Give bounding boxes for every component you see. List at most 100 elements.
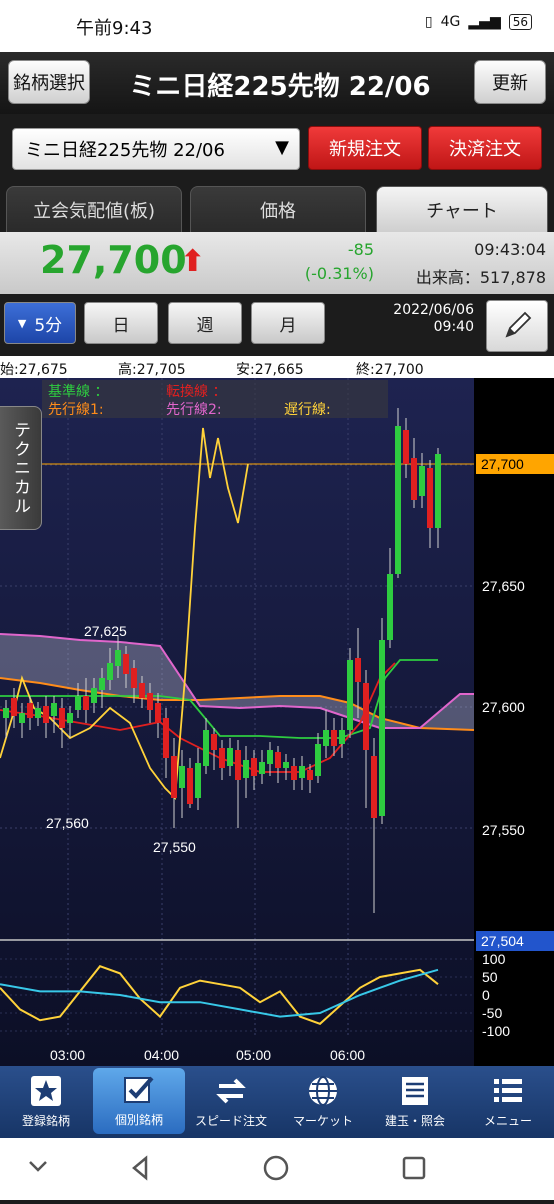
candle-body bbox=[107, 663, 113, 680]
chart-area[interactable]: 27,650 27,600 27,550 27,700 27,504 100 50 0 -50 -… bbox=[0, 378, 554, 1066]
candle-body bbox=[43, 706, 49, 723]
osc-tick-label: 50 bbox=[482, 969, 498, 985]
signal-icon: ▂▄▆ bbox=[468, 14, 501, 30]
ohlc-high: 高:27,705 bbox=[118, 362, 186, 378]
candle-body bbox=[267, 750, 273, 764]
candle-body bbox=[219, 748, 225, 768]
period-5min-button[interactable]: ▼ 5分 bbox=[4, 302, 76, 344]
y-tick-label: 27,550 bbox=[482, 822, 525, 838]
recent-apps-icon[interactable] bbox=[402, 1156, 426, 1180]
chart-datetime: 2022/06/06 09:40 bbox=[390, 302, 474, 336]
candle-body bbox=[27, 703, 33, 718]
check-icon bbox=[123, 1074, 155, 1106]
globe-icon bbox=[307, 1075, 339, 1107]
candle-body bbox=[11, 698, 17, 716]
ohlc-low: 安:27,665 bbox=[236, 362, 304, 378]
candle-body bbox=[35, 708, 41, 718]
nav-market[interactable]: マーケット bbox=[277, 1066, 369, 1138]
price-annotation: 27,550 bbox=[153, 839, 196, 855]
candle-body bbox=[419, 466, 425, 496]
candle-body bbox=[171, 756, 177, 798]
tab-chart[interactable]: チャート bbox=[376, 186, 548, 232]
candle-body bbox=[331, 730, 337, 746]
refresh-button[interactable]: 更新 bbox=[474, 60, 546, 104]
home-icon[interactable] bbox=[263, 1155, 289, 1181]
legend-senkou2: 先行線2: bbox=[166, 402, 222, 418]
candle-body bbox=[139, 683, 145, 698]
nav-menu[interactable]: メニュー bbox=[462, 1066, 554, 1138]
candle-body bbox=[91, 688, 97, 703]
page-title: ミニ日経225先物 22/06 bbox=[129, 72, 431, 102]
x-tick-label: 06:00 bbox=[330, 1047, 365, 1063]
arrows-icon bbox=[215, 1075, 247, 1107]
back-icon[interactable] bbox=[132, 1155, 148, 1181]
nav-watchlist-label: 登録銘柄 bbox=[21, 1114, 70, 1128]
nav-market-label: マーケット bbox=[292, 1114, 353, 1128]
x-tick-label: 05:00 bbox=[236, 1047, 271, 1063]
nav-individual-label: 個別銘柄 bbox=[114, 1113, 163, 1127]
candle-body bbox=[403, 430, 409, 464]
candle-body bbox=[379, 640, 385, 816]
candle-body bbox=[123, 654, 129, 674]
ohlc-open: 始:27,675 bbox=[0, 362, 68, 378]
candle-body bbox=[99, 678, 105, 690]
candle-body bbox=[435, 454, 441, 528]
technical-tab[interactable]: テクニカル bbox=[0, 406, 42, 530]
candle-body bbox=[291, 766, 297, 780]
price-annotation: 27,560 bbox=[46, 815, 89, 831]
candle-body bbox=[283, 762, 289, 768]
tab-order-book[interactable]: 立会気配値(板) bbox=[6, 186, 182, 232]
candle-body bbox=[307, 770, 313, 780]
legend-tenkan: 転換線 ： bbox=[166, 384, 227, 400]
collapse-icon[interactable] bbox=[29, 1161, 47, 1172]
y-tick-label: 27,650 bbox=[482, 578, 525, 594]
period-month-button[interactable]: 月 bbox=[251, 302, 325, 344]
new-order-button[interactable]: 新規注文 bbox=[308, 126, 422, 170]
draw-tool-button[interactable] bbox=[486, 300, 548, 352]
candle-body bbox=[243, 760, 249, 778]
arrow-up-icon: ⬆ bbox=[180, 244, 206, 279]
period-5min-label: 5分 bbox=[34, 315, 63, 336]
select-symbol-button[interactable]: 銘柄選択 bbox=[8, 60, 90, 104]
candle-body bbox=[347, 660, 353, 730]
nav-watchlist[interactable]: 登録銘柄 bbox=[0, 1066, 92, 1138]
star-icon bbox=[30, 1075, 62, 1107]
system-nav-bar bbox=[0, 1138, 554, 1200]
candle-body bbox=[67, 713, 73, 723]
candle-body bbox=[251, 758, 257, 776]
symbol-select[interactable]: ミニ日経225先物 22/06 ▼ bbox=[12, 128, 300, 170]
nav-speed-order-label: スピード注文 bbox=[194, 1114, 267, 1128]
volume: 出来高：517,878 bbox=[415, 268, 546, 287]
candle-body bbox=[211, 734, 217, 750]
nav-speed-order[interactable]: スピード注文 bbox=[185, 1066, 277, 1138]
vibrate-icon: ▯ bbox=[424, 14, 433, 30]
candle-body bbox=[131, 668, 137, 688]
close-order-button[interactable]: 決済注文 bbox=[428, 126, 542, 170]
legend-chikou: 遅行線: bbox=[284, 402, 331, 418]
nav-individual[interactable]: 個別銘柄 bbox=[93, 1068, 185, 1134]
candle-body bbox=[275, 752, 281, 768]
pencil-icon bbox=[505, 311, 532, 338]
period-day-button[interactable]: 日 bbox=[84, 302, 158, 344]
tab-price[interactable]: 価格 bbox=[190, 186, 366, 232]
price-time: 09:43:04 bbox=[474, 240, 546, 259]
price-change: -85 bbox=[347, 240, 374, 259]
period-week-button[interactable]: 週 bbox=[168, 302, 242, 344]
candle-body bbox=[355, 658, 361, 682]
candle-body bbox=[3, 708, 9, 718]
candle-body bbox=[259, 762, 265, 774]
candle-body bbox=[203, 730, 209, 766]
candle-body bbox=[75, 696, 81, 710]
chart-svg[interactable]: 27,650 27,600 27,550 27,700 27,504 100 50 0 -50 -… bbox=[0, 378, 554, 1066]
price-change-pct: (-0.31%) bbox=[304, 264, 374, 283]
y-tick-label: 27,600 bbox=[482, 699, 525, 715]
candle-body bbox=[235, 750, 241, 780]
osc-tick-label: 0 bbox=[482, 987, 490, 1003]
caret-down-icon: ▼ bbox=[275, 137, 289, 158]
chart-time: 09:40 bbox=[433, 319, 474, 335]
nav-positions[interactable]: 建玉・照会 bbox=[369, 1066, 461, 1138]
candle-body bbox=[59, 708, 65, 728]
candle-body bbox=[179, 766, 185, 788]
menu-icon bbox=[492, 1075, 524, 1107]
osc-tick-label: -50 bbox=[482, 1005, 502, 1021]
